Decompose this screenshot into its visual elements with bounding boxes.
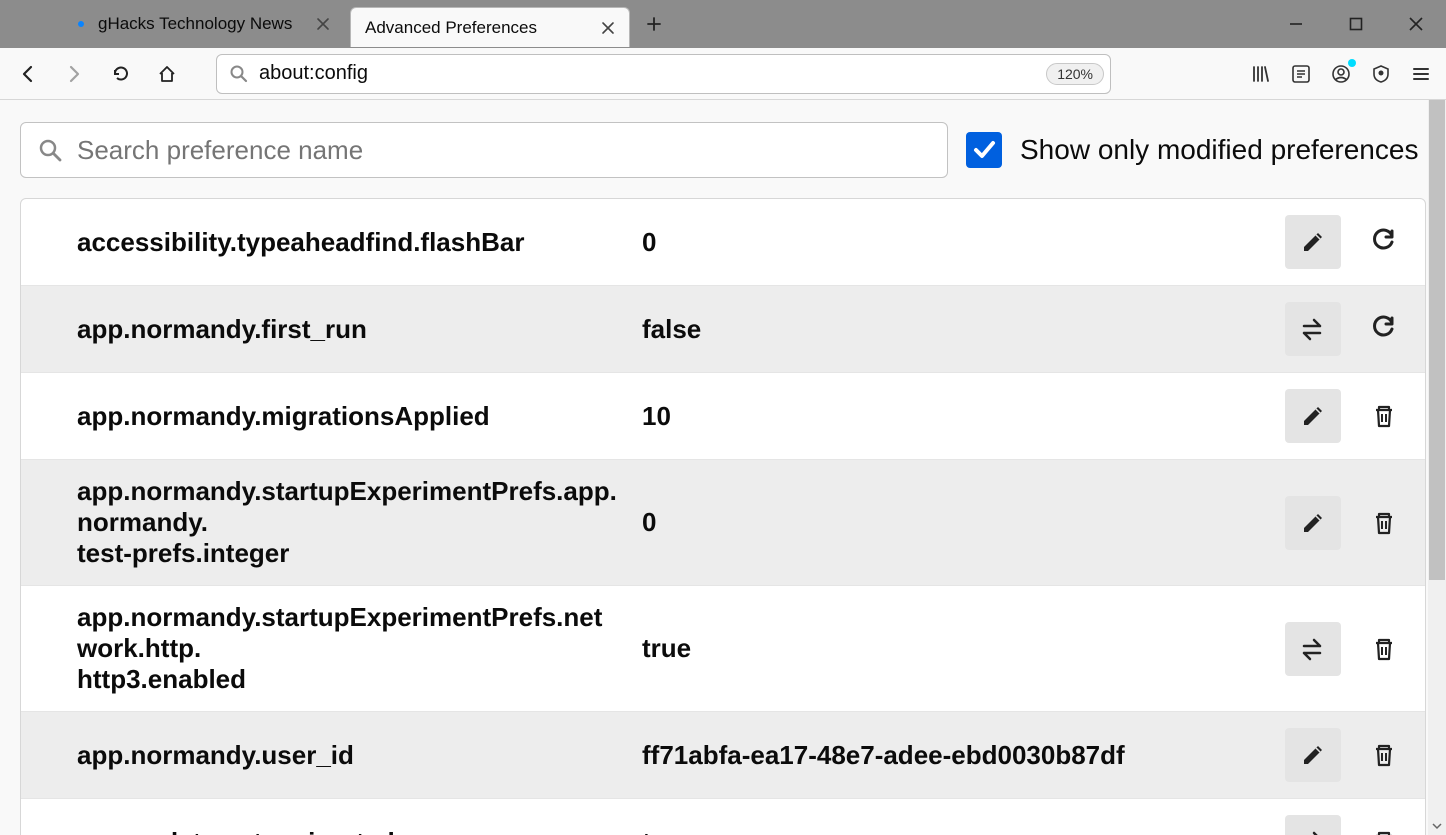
forward-button[interactable] <box>58 57 92 91</box>
pref-row: accessibility.typeaheadfind.flashBar0 <box>21 199 1425 286</box>
maximize-button[interactable] <box>1326 0 1386 48</box>
url-input[interactable] <box>259 62 1046 85</box>
reset-button[interactable] <box>1363 221 1405 263</box>
favicon-dot-icon <box>78 21 84 27</box>
edit-button[interactable] <box>1285 215 1341 269</box>
pref-value: 0 <box>642 227 1285 258</box>
pref-value: 0 <box>642 507 1285 538</box>
pref-search-input[interactable] <box>77 135 931 166</box>
new-tab-button[interactable] <box>636 6 672 42</box>
edit-button[interactable] <box>1285 728 1341 782</box>
pref-value: true <box>642 827 1285 835</box>
toggle-button[interactable] <box>1285 815 1341 835</box>
content-area: Show only modified preferences accessibi… <box>0 100 1446 835</box>
library-icon[interactable] <box>1248 61 1274 87</box>
pref-name: app.normandy.first_run <box>77 314 642 345</box>
search-icon <box>229 64 249 84</box>
home-button[interactable] <box>150 57 184 91</box>
tab-advanced-preferences[interactable]: Advanced Preferences <box>350 7 630 47</box>
delete-button[interactable] <box>1363 395 1405 437</box>
zoom-indicator[interactable]: 120% <box>1046 63 1104 85</box>
pref-search-box[interactable] <box>20 122 948 178</box>
close-icon[interactable] <box>312 13 334 35</box>
account-icon[interactable] <box>1328 61 1354 87</box>
pref-value: false <box>642 314 1285 345</box>
pref-value: 10 <box>642 401 1285 432</box>
back-button[interactable] <box>12 57 46 91</box>
pref-name: app.update.auto.migrated <box>77 827 642 835</box>
show-modified-checkbox[interactable] <box>966 132 1002 168</box>
tab-ghacks[interactable]: gHacks Technology News <box>64 4 344 44</box>
pref-row: app.normandy.startupExperimentPrefs.app.… <box>21 460 1425 586</box>
nav-toolbar: 120% <box>0 48 1446 100</box>
pref-row: app.normandy.migrationsApplied10 <box>21 373 1425 460</box>
delete-button[interactable] <box>1363 628 1405 670</box>
preferences-table: accessibility.typeaheadfind.flashBar0app… <box>20 198 1426 835</box>
ublock-icon[interactable] <box>1368 61 1394 87</box>
close-icon[interactable] <box>597 17 619 39</box>
url-bar[interactable]: 120% <box>216 54 1111 94</box>
pref-value: true <box>642 633 1285 664</box>
scrollbar[interactable] <box>1428 100 1446 835</box>
window-controls <box>1266 0 1446 48</box>
edit-button[interactable] <box>1285 496 1341 550</box>
pref-row: app.normandy.first_runfalse <box>21 286 1425 373</box>
pref-name: app.normandy.user_id <box>77 740 642 771</box>
show-modified-label: Show only modified preferences <box>1020 134 1418 166</box>
tab-title: Advanced Preferences <box>365 18 589 38</box>
pref-value: ff71abfa-ea17-48e7-adee-ebd0030b87df <box>642 740 1285 771</box>
delete-button[interactable] <box>1363 734 1405 776</box>
scroll-down-icon[interactable] <box>1428 817 1446 835</box>
toggle-button[interactable] <box>1285 622 1341 676</box>
toggle-button[interactable] <box>1285 302 1341 356</box>
pref-row: app.normandy.startupExperimentPrefs.netw… <box>21 586 1425 712</box>
pref-row: app.normandy.user_idff71abfa-ea17-48e7-a… <box>21 712 1425 799</box>
pref-name: app.normandy.startupExperimentPrefs.netw… <box>77 602 642 695</box>
menu-button[interactable] <box>1408 61 1434 87</box>
tab-title: gHacks Technology News <box>98 14 304 34</box>
close-window-button[interactable] <box>1386 0 1446 48</box>
pref-row: app.update.auto.migratedtrue <box>21 799 1425 835</box>
edit-button[interactable] <box>1285 389 1341 443</box>
delete-button[interactable] <box>1363 502 1405 544</box>
pref-name: app.normandy.migrationsApplied <box>77 401 642 432</box>
pref-name: accessibility.typeaheadfind.flashBar <box>77 227 642 258</box>
delete-button[interactable] <box>1363 821 1405 835</box>
scrollbar-thumb[interactable] <box>1429 100 1445 580</box>
minimize-button[interactable] <box>1266 0 1326 48</box>
search-icon <box>37 137 63 163</box>
reset-button[interactable] <box>1363 308 1405 350</box>
pref-name: app.normandy.startupExperimentPrefs.app.… <box>77 476 642 569</box>
titlebar: gHacks Technology News Advanced Preferen… <box>0 0 1446 48</box>
reload-button[interactable] <box>104 57 138 91</box>
reader-icon[interactable] <box>1288 61 1314 87</box>
